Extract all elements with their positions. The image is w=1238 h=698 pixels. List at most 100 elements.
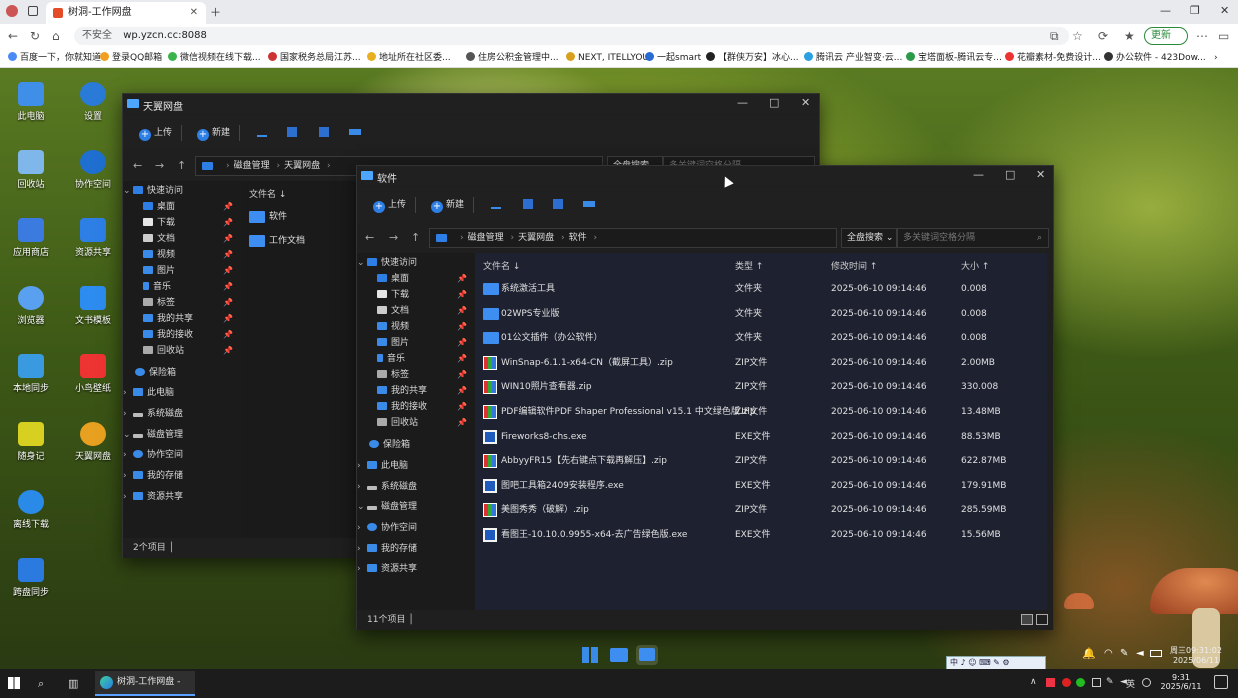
nav-item-collab[interactable]: › 协作空间 [357,520,475,536]
up-icon[interactable]: ↑ [411,231,420,244]
desktop-icon-recycle-bin[interactable]: 回收站 [1,150,61,190]
close-window-icon[interactable]: ✕ [1220,4,1229,17]
app-grid-icon[interactable] [582,647,598,663]
bookmark-star-icon[interactable]: ☆ [1072,29,1083,43]
window-titlebar[interactable]: 天翼网盘 — □ ✕ [123,94,819,114]
breadcrumb-item[interactable]: 天翼网盘 [518,233,554,243]
file-row[interactable]: 美图秀秀（破解）.zip ZIP文件 2025-06-10 09:14:46 285.… [475,498,1047,522]
pin-icon[interactable]: 📌 [457,383,467,399]
cut-icon[interactable] [257,127,267,137]
pin-icon[interactable]: 📌 [457,367,467,383]
search-icon[interactable]: ⌕ [38,677,44,691]
nav-item-my-share[interactable]: 我的共享 📌 [357,383,475,399]
nav-item-system-disk[interactable]: › 系统磁盘 [357,479,475,495]
nav-item-tags[interactable]: 标签 📌 [123,295,241,311]
desktop-icon-wallpaper[interactable]: 小鸟壁纸 [63,354,123,394]
file-row[interactable]: AbbyyFR15【先右键点下载再解压】.zip ZIP文件 2025-06-10 … [475,449,1047,473]
desktop-icon-offline-download[interactable]: 离线下载 [1,490,61,530]
pin-icon[interactable]: 📌 [223,327,233,343]
pin-icon[interactable]: 📌 [223,311,233,327]
nav-item-pictures[interactable]: 图片 📌 [357,335,475,351]
nav-item-resource-share[interactable]: › 资源共享 [123,489,241,505]
reload-icon[interactable]: ↻ [30,29,40,43]
nav-quick-access[interactable]: ⌄ 快速访问 [123,183,241,199]
file-row[interactable]: 看图王-10.10.0.9955-x64-去广告绿色版.exe EXE文件 2025… [475,523,1047,547]
search-input[interactable]: 多关键词空格分隔 ⌕ [897,228,1049,248]
bookmark-item[interactable]: 登录QQ邮箱 [100,51,162,65]
taskbar-clock[interactable]: 9:31 2025/6/11 [1156,673,1206,691]
file-row[interactable]: PDF编辑软件PDF Shaper Professional v15.1 中文绿… [475,400,1047,424]
minimize-icon[interactable]: — [1160,4,1171,17]
desktop-icon-cross-sync[interactable]: 跨盘同步 [1,558,61,598]
explorer-window-front[interactable]: 软件 — □ ✕ + 上传 + 新建 ← → ↑ › 磁盘管理 › 天翼网盘 › 软件 ›… [356,165,1054,630]
volume-icon[interactable]: ◄ [1136,648,1144,659]
desktop-icon-app-store[interactable]: 应用商店 [1,218,61,258]
paste-icon[interactable] [319,127,329,137]
desktop-icon-browser[interactable]: 浏览器 [1,286,61,326]
pin-icon[interactable]: 📌 [457,271,467,287]
task-view-icon[interactable]: ▥ [68,677,78,690]
tray-app-icon[interactable] [1062,678,1071,687]
desktop-icon-collab[interactable]: 协作空间 [63,150,123,190]
upload-button[interactable]: + 上传 [373,197,406,213]
nav-item-music[interactable]: 音乐 📌 [357,351,475,367]
restore-icon[interactable]: ❐ [1190,4,1200,17]
breadcrumb-item[interactable]: 天翼网盘 [284,161,320,171]
pin-icon[interactable]: 📌 [223,231,233,247]
nav-item-disk-manager[interactable]: ⌄ 磁盘管理 [123,427,241,443]
breadcrumb-item[interactable]: 磁盘管理 [468,233,504,243]
paste-icon[interactable] [553,199,563,209]
nav-item-downloads[interactable]: 下载 📌 [123,215,241,231]
close-tab-icon[interactable]: ✕ [190,2,198,24]
maximize-icon[interactable]: □ [1005,168,1015,181]
pin-icon[interactable]: 📌 [223,279,233,295]
nav-item-videos[interactable]: 视频 📌 [357,319,475,335]
desktop-icon-this-pc[interactable]: 此电脑 [1,82,61,122]
search-icon[interactable]: ⌕ [1037,229,1042,247]
window-titlebar[interactable]: 软件 — □ ✕ [357,166,1053,186]
nav-item-received[interactable]: 我的接收 📌 [123,327,241,343]
forward-icon[interactable]: → [155,159,164,172]
bookmark-item[interactable]: 花瓣素材-免费设计... [1005,51,1101,65]
file-row[interactable]: WIN10照片查看器.zip ZIP文件 2025-06-10 09:14:46 33… [475,375,1047,399]
nav-quick-access[interactable]: ⌄ 快速访问 [357,255,475,271]
nav-item-desktop[interactable]: 桌面 📌 [357,271,475,287]
nav-item-disk-manager[interactable]: ⌄ 磁盘管理 [357,499,475,515]
column-header-modified[interactable]: 修改时间 ↑ [831,259,877,272]
back-icon[interactable]: ← [8,29,18,43]
rename-icon[interactable] [583,201,595,207]
desktop-icon-settings[interactable]: 设置 [63,82,123,122]
desktop-icon-local-sync[interactable]: 本地同步 [1,354,61,394]
pin-icon[interactable]: 📌 [457,303,467,319]
tray-app-icon[interactable] [1092,678,1101,687]
file-row[interactable]: Fireworks8-chs.exe EXE文件 2025-06-10 09:14:… [475,425,1047,449]
maximize-icon[interactable]: □ [769,96,779,109]
forward-icon[interactable]: → [389,231,398,244]
tab-list-icon[interactable] [28,6,38,16]
nav-item-recycle[interactable]: 回收站 📌 [123,343,241,359]
battery-icon[interactable] [1150,650,1162,657]
minimize-icon[interactable]: — [973,168,984,181]
desktop-icon-templates[interactable]: 文书模板 [63,286,123,326]
new-button[interactable]: + 新建 [431,197,464,213]
nav-item-my-share[interactable]: 我的共享 📌 [123,311,241,327]
pin-icon[interactable]: 📌 [223,215,233,231]
bookmark-item[interactable]: 【群侠万安】冰心... [706,51,799,65]
file-row[interactable]: 01公文插件（办公软件） 文件夹 2025-06-10 09:14:46 0.008 [475,326,1047,350]
search-scope-select[interactable]: 全盘搜索 ⌄ [841,228,897,248]
nav-item-vault[interactable]: 保险箱 [357,437,475,453]
bookmark-item[interactable]: 地址所在社区委... [367,51,451,65]
details-view-icon[interactable] [1021,614,1033,625]
start-icon[interactable] [8,677,20,689]
chevron-right-icon[interactable]: › [1214,51,1218,65]
extensions-icon[interactable]: ⟳ [1098,29,1108,43]
bookmark-item[interactable]: 一起smart [645,51,701,65]
pen-icon[interactable]: ✎ [1120,648,1128,659]
file-row[interactable]: 图吧工具箱2409安装程序.exe EXE文件 2025-06-10 09:14:4… [475,474,1047,498]
breadcrumb[interactable]: › 磁盘管理 › 天翼网盘 › 软件 › [429,228,837,248]
close-icon[interactable]: ✕ [801,96,810,109]
nav-item-my-storage[interactable]: › 我的存储 [123,468,241,484]
sidebar-icon[interactable]: ▭ [1218,29,1229,43]
pin-icon[interactable]: 📌 [457,287,467,303]
address-bar[interactable]: 不安全 wp.yzcn.cc:8088 [74,27,1069,45]
